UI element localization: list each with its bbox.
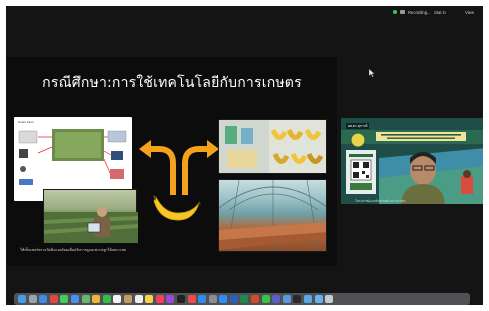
presenter-name-label: ผศ.ดร.สุภาวดี: [346, 123, 370, 129]
teams-icon[interactable]: [272, 295, 281, 303]
podcasts-icon[interactable]: [166, 295, 175, 303]
recording-status[interactable]: Recording...: [408, 10, 431, 15]
banana-icon: [153, 195, 201, 221]
greenhouse-photo-graphic: [219, 180, 326, 251]
dock: [14, 293, 470, 305]
farmer-tablet-photo: [43, 189, 138, 243]
chrome-icon[interactable]: [49, 295, 58, 303]
banana-products-photo: [218, 119, 327, 174]
greenhouse-drying-photo: [218, 179, 327, 252]
screen-share-icon[interactable]: [400, 10, 405, 14]
video-caption: โครงการพัฒนาศักยภาพด้านการเกษตร: [355, 199, 406, 203]
calendar-icon[interactable]: [113, 295, 122, 303]
farmer-photo-graphic: [44, 207, 138, 243]
trash-icon[interactable]: [325, 295, 334, 303]
word-icon[interactable]: [229, 295, 238, 303]
slide-caption: ใช้เซ็นเซอร์ตรวจวัดสิ่งแวดล้อมเพื่อปรับก…: [20, 248, 127, 252]
line-icon[interactable]: [261, 295, 270, 303]
view-menu[interactable]: View: [465, 10, 474, 15]
downloads-icon[interactable]: [314, 295, 323, 303]
settings-icon[interactable]: [208, 295, 217, 303]
banana-photo-graphic: [219, 120, 326, 173]
messages-icon[interactable]: [60, 295, 69, 303]
maps-icon[interactable]: [81, 295, 90, 303]
presenter-video-tile[interactable]: ผศ.ดร.สุภาวดี: [341, 118, 483, 204]
reminders-icon[interactable]: [134, 295, 143, 303]
music-icon[interactable]: [155, 295, 164, 303]
facetime-icon[interactable]: [102, 295, 111, 303]
tv-icon[interactable]: [176, 295, 185, 303]
launchpad-icon[interactable]: [28, 295, 37, 303]
menu-bar: Recording... Stat in View: [6, 6, 483, 19]
zoom-icon[interactable]: [219, 295, 228, 303]
recording-indicator-icon[interactable]: [393, 10, 397, 14]
safari-icon[interactable]: [39, 295, 48, 303]
mouse-cursor-icon: [369, 69, 375, 77]
folder-icon[interactable]: [304, 295, 313, 303]
terminal-icon[interactable]: [293, 295, 302, 303]
mail-icon[interactable]: [70, 295, 79, 303]
appstore-icon[interactable]: [198, 295, 207, 303]
desktop-screen: Recording... Stat in View กรณีศึกษา:การใ…: [6, 6, 483, 305]
slide-title: กรณีศึกษา:การใช้เทคโนโลยีกับการเกษตร: [42, 75, 302, 91]
presenter-video-feed: [341, 118, 483, 204]
news-icon[interactable]: [187, 295, 196, 303]
excel-icon[interactable]: [240, 295, 249, 303]
photos-icon[interactable]: [92, 295, 101, 303]
powerpoint-icon[interactable]: [251, 295, 260, 303]
shared-slide: กรณีศึกษา:การใช้เทคโนโลยีกับการเกษตร Sma…: [7, 57, 337, 266]
contacts-icon[interactable]: [123, 295, 132, 303]
stop-share-button[interactable]: Stat in: [434, 10, 446, 15]
split-arrow-icon: [139, 140, 219, 195]
notes-icon[interactable]: [145, 295, 154, 303]
preview-icon[interactable]: [282, 295, 291, 303]
finder-icon[interactable]: [18, 295, 26, 303]
